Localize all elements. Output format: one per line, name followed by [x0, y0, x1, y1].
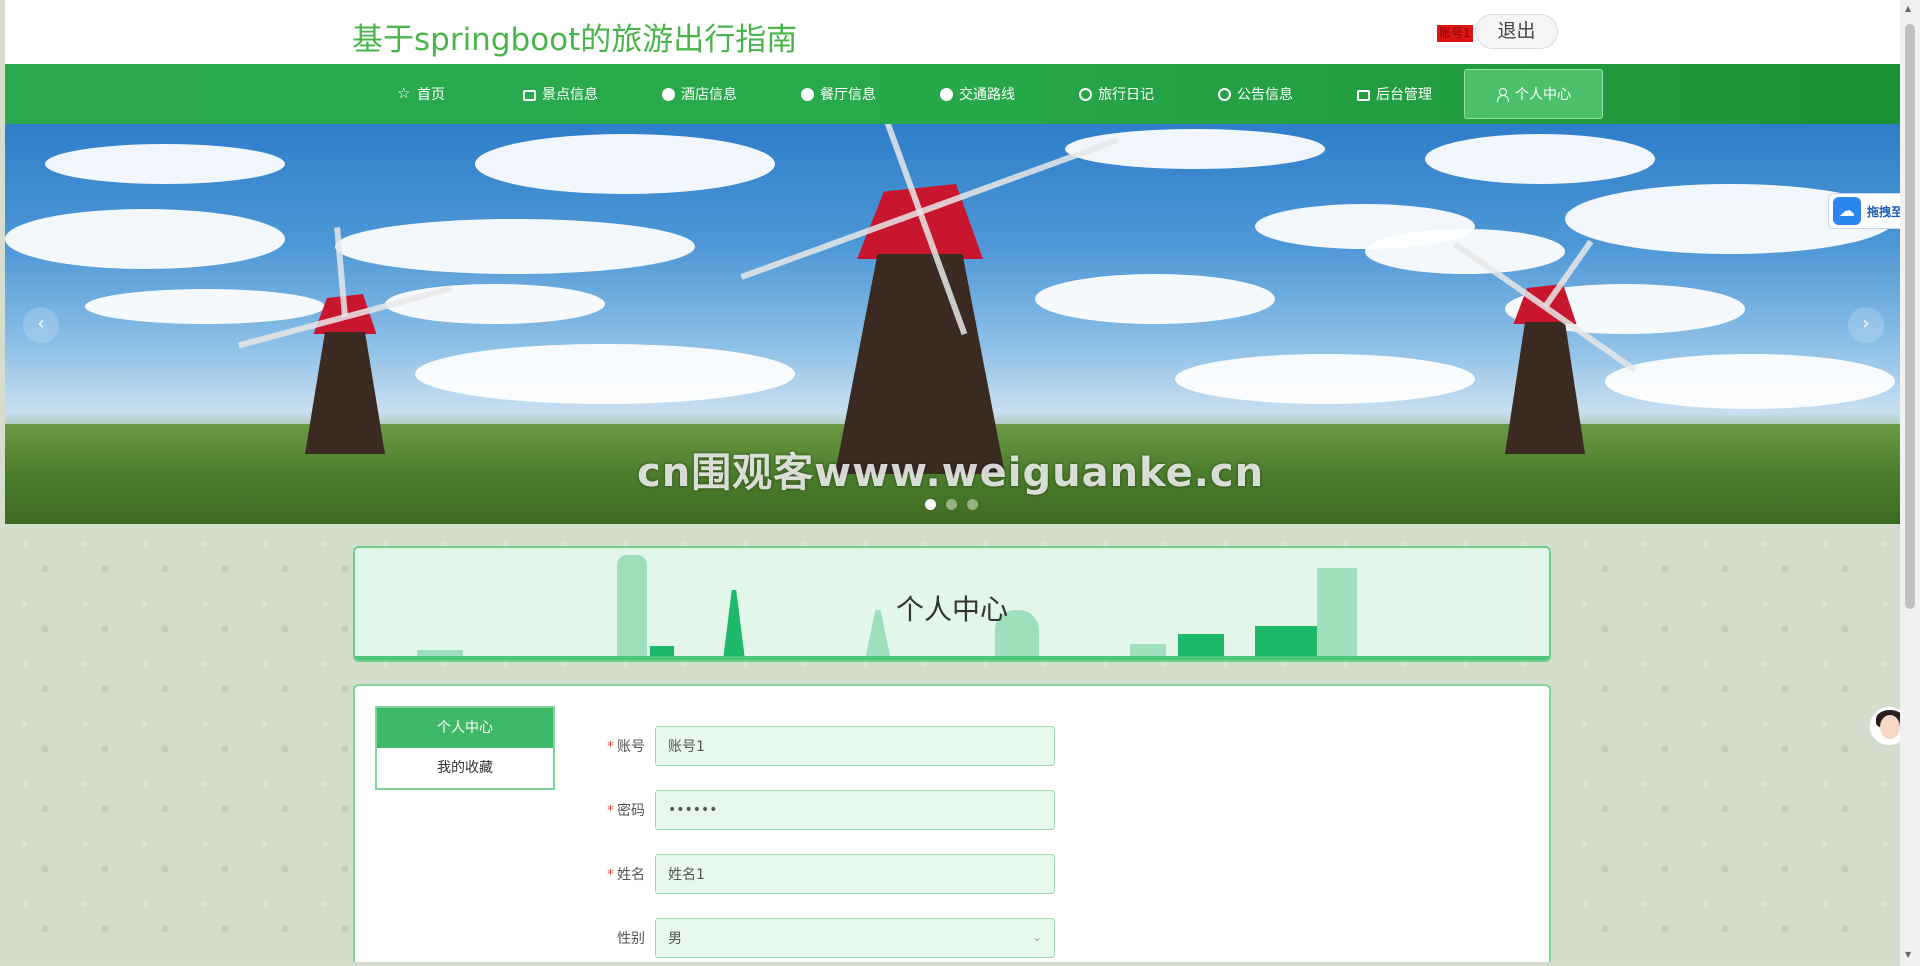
header: 基于springboot的旅游出行指南 账号1 退出	[5, 0, 1900, 64]
info-icon	[662, 87, 675, 101]
nav-item-label: 后台管理	[1376, 87, 1432, 103]
form-row-gender: 性别 男 ⌄	[575, 918, 1055, 958]
nav-item-label: 首页	[417, 87, 445, 103]
nav-item-notices[interactable]: 公告信息	[1186, 64, 1325, 124]
cloud	[1175, 354, 1475, 404]
carousel-dot[interactable]	[925, 499, 936, 510]
gender-label: 性别	[575, 928, 655, 948]
cloud	[385, 284, 605, 324]
nav-item-label: 景点信息	[542, 87, 598, 103]
carousel-indicators	[925, 499, 978, 510]
carousel-dot[interactable]	[967, 499, 978, 510]
cloud	[5, 209, 285, 269]
form-row-name: * 姓名 姓名1	[575, 854, 1055, 894]
cloud	[1065, 129, 1325, 169]
required-mark: *	[607, 803, 614, 819]
field-label: 账号	[617, 739, 645, 755]
nav-item-label: 个人中心	[1515, 87, 1571, 103]
nav-item-label: 餐厅信息	[820, 87, 876, 103]
profile-panel: 个人中心 我的收藏 * 账号 账号1 * 密码 •••••• * 姓名 姓名1 性别 …	[353, 684, 1551, 962]
site-title: 基于springboot的旅游出行指南	[352, 22, 798, 58]
baidu-netdisk-icon: ☁	[1833, 197, 1861, 225]
cloud	[1605, 354, 1895, 409]
field-label: 性别	[617, 931, 645, 947]
nav-item-label: 交通路线	[959, 87, 1015, 103]
windmill-center	[740, 124, 1119, 474]
carousel-next-button[interactable]: ›	[1848, 307, 1884, 343]
cloud	[415, 344, 795, 404]
required-mark: *	[607, 867, 614, 883]
name-label: * 姓名	[575, 864, 655, 884]
field-label: 姓名	[617, 867, 645, 883]
logout-button[interactable]: 退出	[1475, 14, 1558, 49]
carousel-prev-button[interactable]: ‹	[23, 307, 59, 343]
bag-icon	[523, 89, 536, 101]
cloud	[335, 219, 695, 274]
circle-icon	[1079, 87, 1092, 101]
smile-icon	[1218, 87, 1231, 101]
scroll-down-icon[interactable]: ▼	[1905, 950, 1911, 959]
chevron-down-icon: ⌄	[1031, 930, 1042, 944]
nav-item-hotels[interactable]: 酒店信息	[630, 64, 769, 124]
scroll-up-icon[interactable]: ▲	[1905, 4, 1911, 13]
nav-item-label: 公告信息	[1237, 87, 1293, 103]
nav-item-diary[interactable]: 旅行日记	[1047, 64, 1186, 124]
carousel-dot[interactable]	[946, 499, 957, 510]
windmill-left	[237, 227, 453, 454]
star-icon	[397, 84, 411, 102]
required-mark: *	[607, 739, 614, 755]
main-nav: 首页 景点信息 酒店信息 餐厅信息 交通路线 旅行日记	[5, 64, 1900, 124]
form-row-account: * 账号 账号1	[575, 726, 1055, 766]
bag-icon	[1357, 89, 1370, 101]
title-underline	[355, 656, 1549, 660]
cloud	[1425, 134, 1655, 184]
nav-item-attractions[interactable]: 景点信息	[491, 64, 630, 124]
nav-item-restaurants[interactable]: 餐厅信息	[769, 64, 908, 124]
cloud	[475, 134, 775, 194]
scroll-thumb[interactable]	[1905, 24, 1915, 609]
cloud	[45, 144, 285, 184]
account-label: * 账号	[575, 736, 655, 756]
nav-item-routes[interactable]: 交通路线	[908, 64, 1047, 124]
field-label: 密码	[617, 803, 645, 819]
scrollbar[interactable]: ▲ ▼	[1900, 0, 1920, 966]
gender-value: 男	[668, 931, 682, 947]
watermark: cn围观客www.weiguanke.cn	[637, 450, 1265, 496]
side-menu-personal-center[interactable]: 个人中心	[377, 708, 553, 748]
windmill-right	[1453, 239, 1637, 454]
account-input[interactable]: 账号1	[655, 726, 1055, 766]
nav-items: 首页 景点信息 酒店信息 餐厅信息 交通路线 旅行日记	[352, 64, 1603, 124]
side-menu: 个人中心 我的收藏	[375, 706, 555, 790]
info-icon	[940, 87, 953, 101]
help-icon	[801, 87, 814, 101]
nav-item-label: 酒店信息	[681, 87, 737, 103]
user-icon	[1496, 87, 1509, 102]
side-menu-favorites[interactable]: 我的收藏	[377, 748, 553, 788]
form-row-password: * 密码 ••••••	[575, 790, 1055, 830]
nav-item-personal-center[interactable]: 个人中心	[1464, 69, 1603, 119]
nav-item-home[interactable]: 首页	[352, 64, 491, 124]
page-title: 个人中心	[895, 593, 1008, 626]
name-input[interactable]: 姓名1	[655, 854, 1055, 894]
cloud	[1035, 274, 1275, 324]
page-title-box: 个人中心	[353, 546, 1551, 662]
user-badge: 账号1	[1437, 25, 1473, 42]
password-label: * 密码	[575, 800, 655, 820]
nav-item-admin[interactable]: 后台管理	[1325, 64, 1464, 124]
password-input[interactable]: ••••••	[655, 790, 1055, 830]
page: 基于springboot的旅游出行指南 账号1 退出 首页 景点信息 酒店信息 …	[5, 0, 1900, 962]
gender-select[interactable]: 男 ⌄	[655, 918, 1055, 958]
banner-carousel: cn围观客www.weiguanke.cn ‹ ›	[5, 124, 1900, 524]
nav-item-label: 旅行日记	[1098, 87, 1154, 103]
